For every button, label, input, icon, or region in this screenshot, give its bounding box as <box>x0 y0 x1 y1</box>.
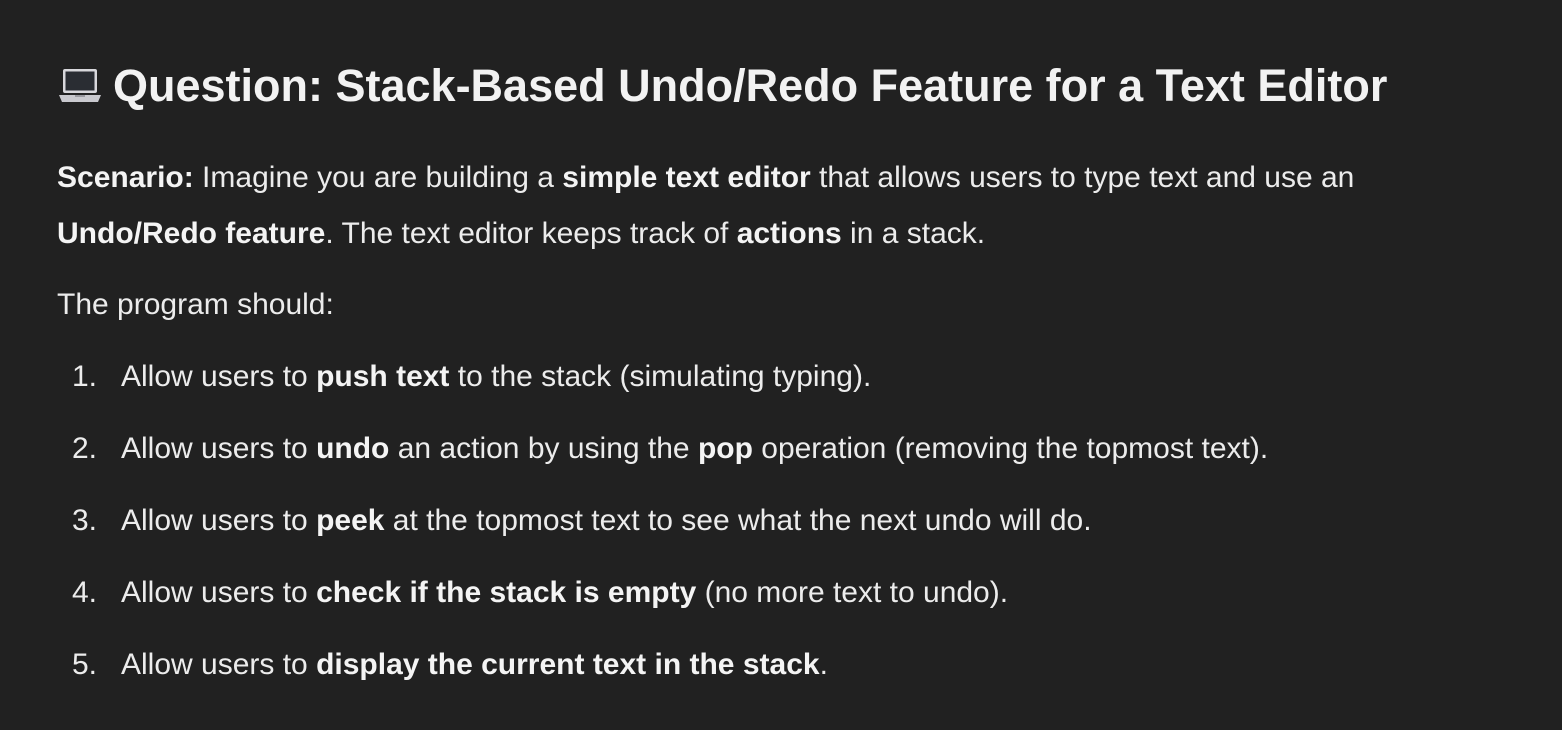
scenario-emphasis: actions <box>736 217 842 250</box>
list-item-text: Allow users to display the current text … <box>121 648 828 681</box>
laptop-icon <box>57 66 103 106</box>
page-title: Question: Stack-Based Undo/Redo Feature … <box>57 54 1387 118</box>
requirements-lead: The program should: <box>57 288 334 321</box>
list-item-text: Allow users to push text to the stack (s… <box>121 360 872 393</box>
scenario-text: Imagine you are building a <box>193 161 563 194</box>
scenario-text: in a stack. <box>841 217 986 250</box>
title-text: Question: Stack-Based Undo/Redo Feature … <box>113 60 1388 111</box>
scenario-emphasis: simple text editor <box>562 161 811 194</box>
list-item-text: Allow users to check if the stack is emp… <box>121 576 1009 609</box>
list-item-number: 2. <box>72 432 98 465</box>
list-item-number: 1. <box>72 360 98 393</box>
scenario-paragraph: Scenario: Imagine you are building a sim… <box>57 150 1507 262</box>
list-item-number: 3. <box>72 504 98 537</box>
list-item-text: Allow users to peek at the topmost text … <box>121 504 1092 537</box>
list-item-number: 5. <box>72 648 98 681</box>
document-page: Question: Stack-Based Undo/Redo Feature … <box>0 0 1562 730</box>
scenario-label: Scenario: <box>57 161 194 194</box>
scenario-text: that allows users to type text and use a… <box>810 161 1355 194</box>
list-item-text: Allow users to undo an action by using t… <box>121 432 1269 465</box>
list-item-number: 4. <box>72 576 98 609</box>
scenario-text: . The text editor keeps track of <box>325 217 737 250</box>
scenario-emphasis: Undo/Redo feature <box>57 217 326 250</box>
